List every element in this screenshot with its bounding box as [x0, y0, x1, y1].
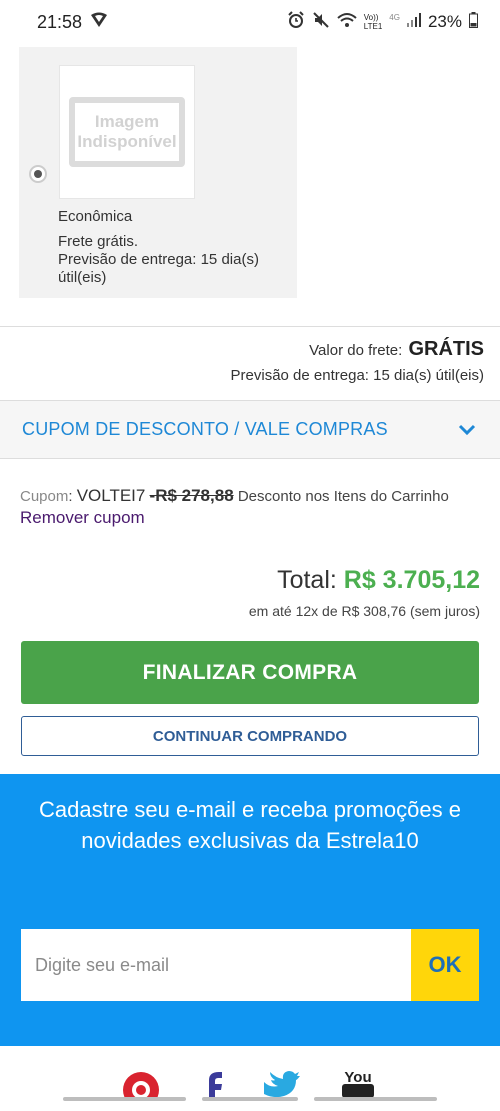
total-label: Total: — [277, 566, 337, 594]
coupon-code: VOLTEI7 — [76, 486, 146, 505]
lte-label: LTE1 — [363, 22, 383, 31]
checkout-page: 21:58 Vo)) LTE1 4G 23% Imagem Indisponív… — [0, 0, 500, 1111]
coupon-discount: -R$ 278,88 — [149, 486, 234, 505]
image-placeholder-text-1: Imagem — [94, 112, 160, 131]
nav-bar-pill — [202, 1097, 298, 1101]
nav-bar-pill — [314, 1097, 437, 1101]
battery-icon — [469, 12, 478, 32]
youtube-logo-text: You — [344, 1069, 371, 1086]
shipping-option-details: Frete grátis. Previsão de entrega: 15 di… — [58, 233, 288, 287]
newsletter-section: Cadastre seu e-mail e receba promoções e… — [0, 774, 500, 1046]
image-placeholder-text-2: Indisponível — [77, 132, 177, 151]
shipping-option-radio[interactable] — [29, 165, 47, 183]
finish-purchase-button[interactable]: FINALIZAR COMPRA — [21, 641, 479, 704]
shipping-option-delivery: Previsão de entrega: 15 dia(s) útil(eis) — [58, 251, 259, 286]
coupon-accordion[interactable]: CUPOM DE DESCONTO / VALE COMPRAS — [0, 400, 500, 459]
coupon-accordion-title: CUPOM DE DESCONTO / VALE COMPRAS — [22, 419, 388, 439]
shield-icon — [90, 12, 108, 33]
total-amount: R$ 3.705,12 — [343, 566, 480, 594]
network-label: 4G — [389, 13, 400, 22]
remove-coupon-link[interactable]: Remover cupom — [20, 508, 145, 527]
applied-coupon: Cupom: VOLTEI7 -R$ 278,88 Desconto nos I… — [20, 485, 480, 529]
newsletter-message: Cadastre seu e-mail e receba promoções e… — [39, 797, 461, 853]
wifi-icon — [337, 12, 357, 32]
installments-info: em até 12x de R$ 308,76 (sem juros) — [248, 603, 480, 619]
freight-delivery: Previsão de entrega: 15 dia(s) útil(eis) — [230, 367, 484, 384]
shipping-option-card[interactable]: Imagem Indisponível Econômica Frete grát… — [19, 47, 297, 298]
shipping-option-name: Econômica — [58, 208, 133, 225]
coupon-label: Cupom — [20, 488, 69, 505]
alarm-icon — [287, 11, 305, 33]
battery-percent: 23% — [427, 12, 462, 31]
product-image-placeholder: Imagem Indisponível — [59, 65, 195, 199]
status-time: 21:58 — [37, 11, 83, 32]
mute-icon — [312, 11, 330, 33]
order-total: Total: R$ 3.705,12 em até 12x de R$ 308,… — [249, 566, 480, 619]
newsletter-ok-button[interactable]: OK — [411, 929, 479, 1001]
freight-value: GRÁTIS — [408, 338, 484, 360]
coupon-discount-note: Desconto nos Itens do Carrinho — [237, 488, 449, 505]
continue-shopping-button[interactable]: CONTINUAR COMPRANDO — [21, 716, 479, 756]
status-bar: 21:58 Vo)) LTE1 4G 23% — [0, 0, 500, 44]
shipping-option-price: Frete grátis. — [58, 233, 139, 250]
signal-icon — [406, 13, 421, 31]
nav-bar-pill — [63, 1097, 186, 1101]
newsletter-form: OK — [21, 929, 479, 1001]
volte-label: Vo)) — [363, 13, 379, 22]
freight-label: Valor do frete: — [309, 342, 403, 359]
freight-summary: Valor do frete: GRÁTIS Previsão de entre… — [231, 338, 484, 384]
chevron-down-icon[interactable] — [456, 419, 478, 441]
coupon-separator: : — [68, 488, 73, 505]
email-input[interactable] — [21, 929, 411, 1001]
divider — [0, 326, 500, 327]
social-footer: You — [0, 1046, 500, 1111]
